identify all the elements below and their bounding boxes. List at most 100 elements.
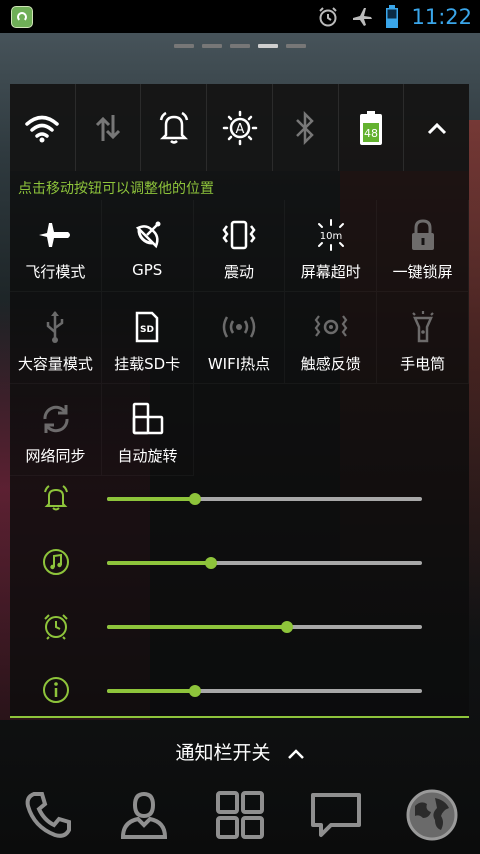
slider-alarm-clock-volume: [10, 604, 469, 668]
wifi-toggle[interactable]: [10, 84, 75, 171]
battery-level: 48: [364, 127, 378, 140]
tile-screen-timeout[interactable]: 10m 屏幕超时: [285, 200, 378, 292]
panel-divider: [10, 716, 469, 718]
tile-gps[interactable]: GPS: [101, 200, 194, 292]
tile-label: 大容量模式: [17, 355, 93, 373]
phone-icon: [25, 792, 71, 838]
gps-satellite-icon: [136, 221, 161, 249]
tile-label: 震动: [223, 263, 254, 281]
tile-label: 飞行模式: [25, 263, 86, 281]
volume-fill: [107, 497, 196, 501]
home-page-indicator: [0, 44, 480, 48]
sd-label: SD: [140, 325, 154, 335]
slider-music-volume: [10, 540, 469, 604]
page-dot: [174, 44, 194, 48]
tile-wifi-hotspot[interactable]: WIFI热点: [193, 292, 286, 384]
volume-knob[interactable]: [280, 621, 293, 633]
page-dot: [286, 44, 306, 48]
alarm-bell-icon: [44, 485, 68, 511]
ring-alarm-toggle[interactable]: [140, 84, 207, 171]
tile-mount-sd[interactable]: SD 挂载SD卡: [101, 292, 194, 384]
bluetooth-toggle[interactable]: [271, 84, 338, 171]
volume-track[interactable]: [107, 685, 422, 697]
volume-track[interactable]: [107, 557, 422, 569]
tile-label: 自动旋转: [117, 447, 178, 465]
flashlight-icon: [411, 311, 434, 343]
auto-rotate-icon: [132, 402, 163, 435]
airplane-mode-icon: [353, 7, 373, 26]
quick-toggle-row: A 48: [10, 84, 470, 171]
tile-label: 一键锁屏: [392, 263, 453, 281]
grid-row: 飞行模式 GPS 震动 10m 屏幕超时 一键锁屏: [10, 200, 469, 292]
tile-network-sync[interactable]: 网络同步: [10, 384, 102, 476]
page-dot: [202, 44, 222, 48]
usb-icon: [47, 311, 64, 343]
volume-sliders: [10, 476, 469, 732]
tile-flashlight[interactable]: 手电筒: [377, 292, 469, 384]
messaging-icon: [311, 793, 361, 837]
grid-row: 网络同步 自动旋转: [10, 384, 469, 476]
alarm-icon: [319, 6, 338, 26]
battery-toggle[interactable]: 48: [337, 84, 404, 171]
page-dot: [230, 44, 250, 48]
network-sync-icon: [43, 405, 68, 433]
dock-contacts[interactable]: [114, 785, 174, 845]
dock-phone[interactable]: [18, 785, 78, 845]
tile-label: 触感反馈: [300, 355, 361, 373]
dock-browser[interactable]: [402, 785, 462, 845]
tile-label: 网络同步: [25, 447, 86, 465]
battery-icon: 48: [359, 110, 382, 145]
tile-haptic-feedback[interactable]: 触感反馈: [285, 292, 378, 384]
info-icon: [43, 677, 69, 703]
ring-alarm-bell-icon: [159, 111, 189, 144]
tile-airplane-mode[interactable]: 飞行模式: [10, 200, 102, 292]
volume-fill: [107, 689, 196, 693]
tile-mass-storage[interactable]: 大容量模式: [10, 292, 102, 384]
toggle-grid: 飞行模式 GPS 震动 10m 屏幕超时 一键锁屏 大容量模式 SD 挂载SD卡…: [10, 200, 469, 476]
volume-knob[interactable]: [189, 493, 202, 505]
reorder-hint: 点击移动按钮可以调整他的位置: [18, 181, 214, 197]
screen-timeout-icon: 10m: [317, 219, 344, 251]
slider-alarm-volume: [10, 476, 469, 540]
data-sync-toggle[interactable]: [74, 84, 141, 171]
auto-brightness-icon: A: [222, 110, 257, 145]
browser-globe-icon: [406, 789, 458, 841]
volume-fill: [107, 561, 211, 565]
tile-label: 屏幕超时: [300, 263, 361, 281]
dock: [0, 784, 480, 846]
tile-label: 挂载SD卡: [114, 355, 181, 373]
switch-panel: A 48 点击移动按钮可以调整他的位置 飞行模式 GPS 震动 10m 屏幕超时…: [10, 84, 470, 718]
volume-track[interactable]: [107, 621, 422, 633]
notification-bar-toggle[interactable]: 通知栏开关: [0, 738, 480, 765]
dock-app-drawer[interactable]: [210, 785, 270, 845]
tile-label: 手电筒: [400, 355, 446, 373]
tile-label: WIFI热点: [207, 355, 271, 373]
lock-icon: [411, 219, 434, 250]
tile-one-key-lock[interactable]: 一键锁屏: [377, 200, 469, 292]
auto-brightness-toggle[interactable]: A: [206, 84, 272, 171]
app-notification-icon[interactable]: [11, 6, 33, 28]
sd-card-icon: SD: [135, 311, 159, 343]
status-bar: 11:22: [0, 0, 480, 33]
airplane-icon: [39, 223, 71, 247]
tile-label: GPS: [132, 261, 163, 279]
clock: 11:22: [411, 4, 472, 29]
music-note-icon: [43, 549, 69, 575]
vibrate-icon: [222, 220, 256, 250]
slider-notification-volume: [10, 668, 469, 732]
tile-auto-rotate[interactable]: 自动旋转: [102, 384, 194, 476]
grid-row: 大容量模式 SD 挂载SD卡 WIFI热点 触感反馈 手电筒: [10, 292, 469, 384]
status-icons: 11:22: [317, 0, 472, 33]
dock-messaging[interactable]: [306, 785, 366, 845]
haptic-feedback-icon: [314, 315, 348, 337]
contacts-icon: [120, 791, 168, 839]
bluetooth-icon: [296, 110, 315, 145]
battery-icon: [386, 4, 399, 28]
volume-knob[interactable]: [189, 685, 202, 697]
notification-toggle-label: 通知栏开关: [175, 742, 271, 764]
collapse-toggle[interactable]: [403, 84, 470, 171]
volume-knob[interactable]: [204, 557, 217, 569]
tile-vibrate[interactable]: 震动: [193, 200, 286, 292]
volume-track[interactable]: [107, 493, 422, 505]
svg-text:A: A: [235, 122, 244, 137]
